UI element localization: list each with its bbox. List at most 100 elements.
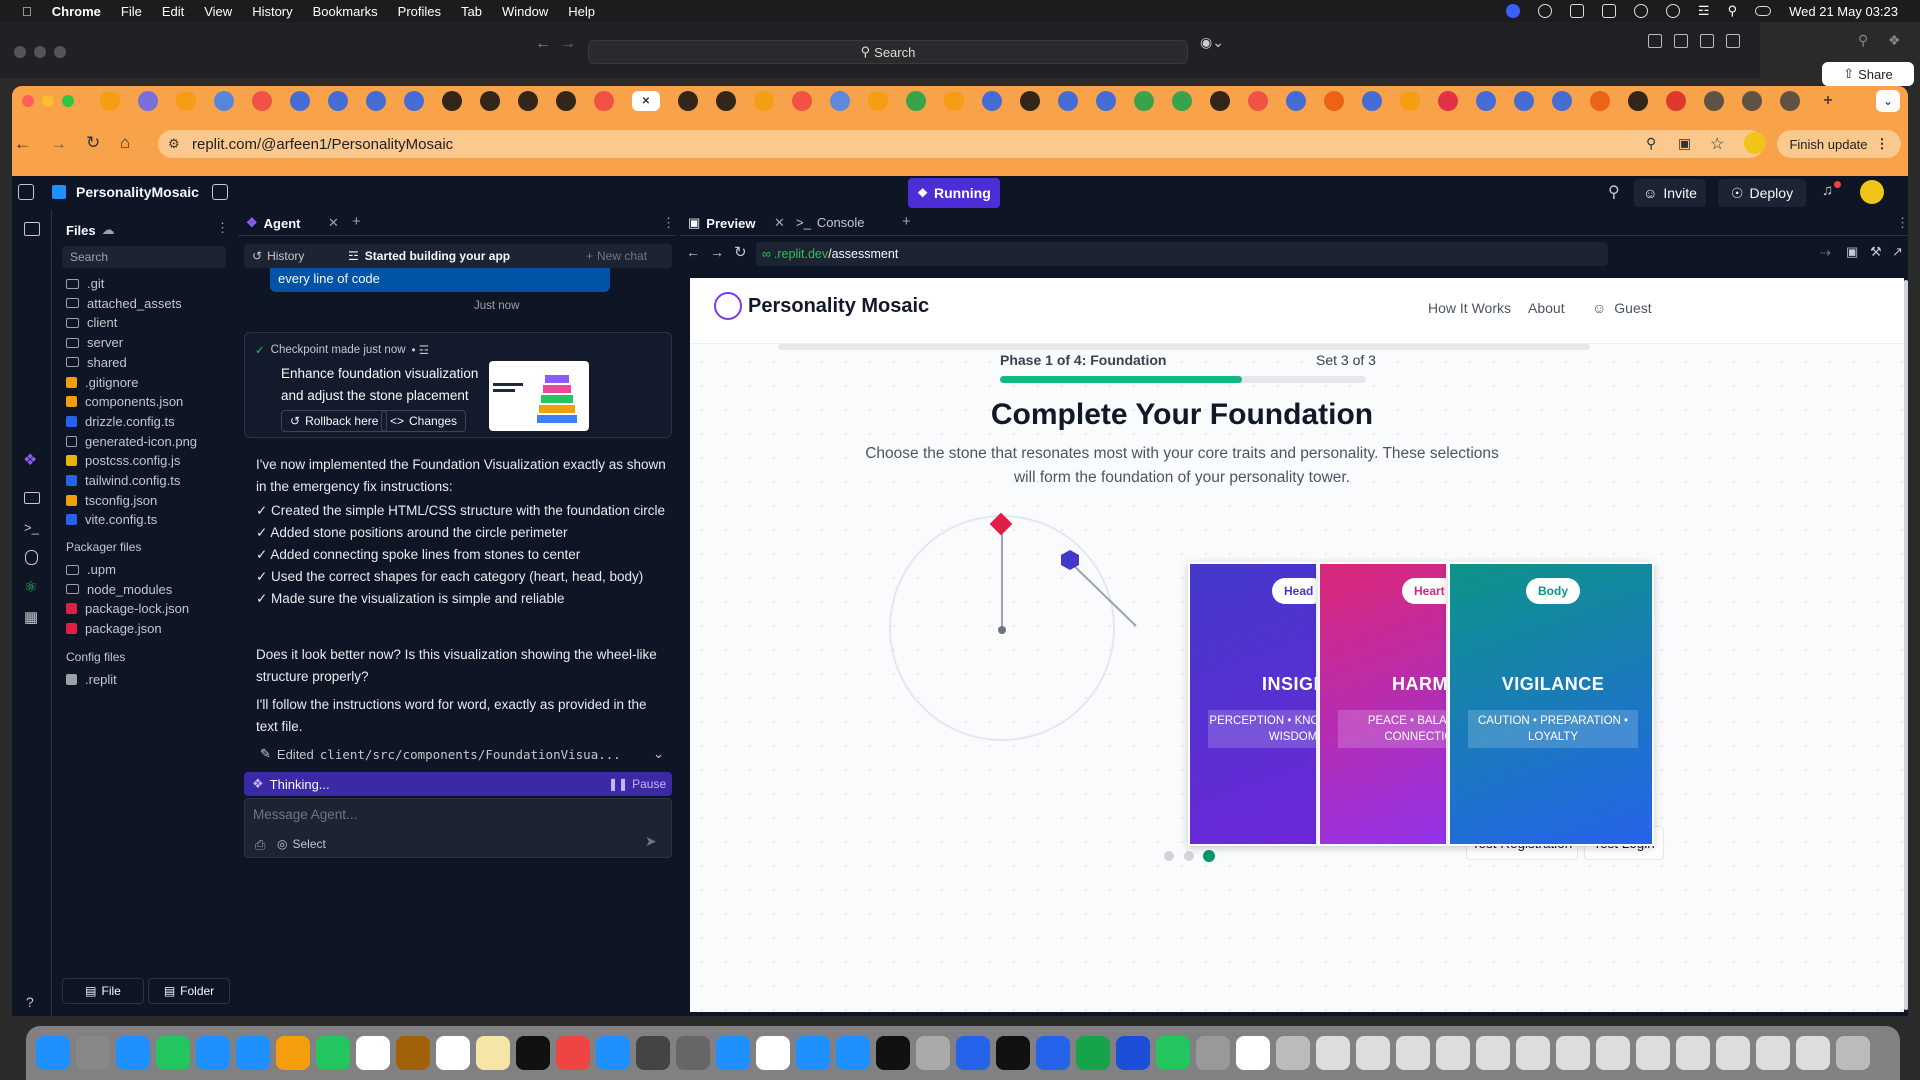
all-tools-icon[interactable]: ▦ — [24, 608, 38, 626]
dock-app-icon[interactable] — [796, 1036, 830, 1070]
pause-button[interactable]: ❚❚ Pause — [608, 777, 666, 791]
extension-icon[interactable]: ❖ — [1888, 32, 1901, 49]
play-status-icon[interactable] — [1665, 4, 1680, 18]
tab-favicon[interactable] — [716, 91, 736, 111]
dock-app-icon[interactable] — [1356, 1036, 1390, 1070]
dock-app-icon[interactable] — [396, 1036, 430, 1070]
new-pane-tab-icon[interactable]: + — [902, 213, 911, 230]
file-item[interactable]: generated-icon.png — [66, 434, 197, 449]
dock-app-icon[interactable] — [1316, 1036, 1350, 1070]
tab-favicon[interactable] — [1704, 91, 1724, 111]
sidebar-icon[interactable] — [1674, 34, 1688, 48]
menu-window[interactable]: Window — [502, 4, 548, 19]
minimize-window-button[interactable] — [42, 95, 54, 107]
file-item[interactable]: package-lock.json — [66, 601, 189, 616]
dock-app-icon[interactable] — [1756, 1036, 1790, 1070]
dock-app-icon[interactable] — [1596, 1036, 1630, 1070]
dock-app-icon[interactable] — [76, 1036, 110, 1070]
reload-icon[interactable]: ↻ — [86, 133, 100, 153]
tab-favicon[interactable] — [328, 91, 348, 111]
dock-app-icon[interactable] — [756, 1036, 790, 1070]
file-item[interactable]: package.json — [66, 621, 162, 636]
tab-favicon[interactable] — [1780, 91, 1800, 111]
folder-item[interactable]: .upm — [66, 562, 116, 577]
tab-favicon[interactable] — [1286, 91, 1306, 111]
dock-app-icon[interactable] — [276, 1036, 310, 1070]
home-icon[interactable] — [18, 184, 34, 200]
nav-guest[interactable]: ☺ Guest — [1592, 300, 1652, 316]
forward-arrow-icon[interactable]: → — [560, 35, 576, 53]
dock-app-icon[interactable] — [916, 1036, 950, 1070]
dock-app-icon[interactable] — [356, 1036, 390, 1070]
invite-button[interactable]: ☺ Invite — [1634, 179, 1706, 207]
tab-favicon[interactable] — [1666, 91, 1686, 111]
stone-card-body[interactable]: Body VIGILANCE CAUTION • PREPARATION • LOY… — [1448, 562, 1654, 846]
deploy-button[interactable]: ☉ Deploy — [1718, 179, 1806, 207]
folder-item[interactable]: node_modules — [66, 582, 172, 597]
file-item[interactable]: .replit — [66, 672, 117, 687]
dock-app-icon[interactable] — [1476, 1036, 1510, 1070]
tab-favicon[interactable] — [1210, 91, 1230, 111]
panel-icon[interactable] — [1726, 34, 1740, 48]
folder-item[interactable]: .git — [66, 276, 104, 291]
chat-title[interactable]: ☲ Started building your app — [348, 249, 510, 263]
apple-icon[interactable]:  — [22, 4, 32, 19]
tab-favicon[interactable] — [678, 91, 698, 111]
nav-how-it-works[interactable]: How It Works — [1428, 300, 1511, 316]
brain-logo-icon[interactable] — [714, 292, 742, 320]
preview-menu-icon[interactable]: ⋮ — [1896, 215, 1909, 231]
file-item[interactable]: postcss.config.js — [66, 453, 180, 468]
dock-app-icon[interactable] — [1036, 1036, 1070, 1070]
tab-favicon[interactable] — [1628, 91, 1648, 111]
tab-favicon[interactable] — [100, 91, 120, 111]
carousel-dot-active[interactable] — [1203, 850, 1215, 862]
dock-app-icon[interactable] — [516, 1036, 550, 1070]
dock-app-icon[interactable] — [476, 1036, 510, 1070]
preview-tool-icon[interactable] — [24, 492, 40, 504]
dock-app-icon[interactable] — [716, 1036, 750, 1070]
tab-favicon[interactable] — [176, 91, 196, 111]
background-search-bar[interactable]: ⚲ Search — [588, 40, 1188, 64]
edited-file-row[interactable]: ✎ Edited client/src/components/Foundatio… — [260, 746, 664, 762]
open-link-icon[interactable]: ⇢ — [1820, 245, 1831, 261]
agent-menu-icon[interactable]: ⋮ — [662, 215, 675, 231]
files-menu-icon[interactable]: ⋮ — [216, 220, 229, 236]
rollback-button[interactable]: ↺ Rollback here — [281, 410, 388, 432]
split-icon[interactable] — [1700, 34, 1714, 48]
close-preview-tab-icon[interactable]: ✕ — [774, 215, 785, 231]
tab-favicon[interactable] — [404, 91, 424, 111]
menu-bookmarks[interactable]: Bookmarks — [313, 4, 378, 19]
new-tab-icon[interactable]: + — [352, 213, 361, 230]
incognito-icon[interactable]: ◉⌄ — [1200, 34, 1224, 51]
integrations-tool-icon[interactable]: ⚛ — [24, 578, 37, 596]
file-item[interactable]: vite.config.ts — [66, 512, 157, 527]
preview-scrollbar[interactable] — [1904, 280, 1908, 1010]
history-button[interactable]: ↺ History — [252, 249, 304, 263]
dock-app-icon[interactable] — [836, 1036, 870, 1070]
tab-favicon[interactable] — [252, 91, 272, 111]
tab-active-close-icon[interactable]: ✕ — [632, 91, 660, 111]
dock-app-icon[interactable] — [1556, 1036, 1590, 1070]
maximize-window-button[interactable] — [62, 95, 74, 107]
tab-favicon[interactable] — [944, 91, 964, 111]
user-status-icon[interactable] — [1633, 4, 1648, 18]
agent-tool-icon[interactable]: ❖ — [23, 450, 37, 470]
back-arrow-icon[interactable]: ← — [535, 35, 551, 53]
carousel-dot[interactable] — [1164, 851, 1174, 861]
carousel-dot[interactable] — [1184, 851, 1194, 861]
menu-history[interactable]: History — [252, 4, 292, 19]
preview-url-input[interactable]: ∞ .replit.dev /assessment — [756, 242, 1608, 266]
dock-app-icon[interactable] — [1516, 1036, 1550, 1070]
finish-update-button[interactable]: Finish update ⋮ — [1777, 130, 1901, 158]
new-tab-icon[interactable]: + — [1818, 91, 1838, 111]
tab-favicon[interactable] — [138, 91, 158, 111]
display-status-icon[interactable] — [1601, 4, 1616, 18]
attach-icon[interactable]: ⎙ — [255, 837, 265, 853]
dock-app-icon[interactable] — [1796, 1036, 1830, 1070]
control-center-icon[interactable] — [1755, 6, 1772, 16]
dock-app-icon[interactable] — [1196, 1036, 1230, 1070]
tab-favicon[interactable] — [1476, 91, 1496, 111]
tab-favicon[interactable] — [556, 91, 576, 111]
dock-app-icon[interactable] — [1276, 1036, 1310, 1070]
tab-favicon[interactable] — [1058, 91, 1078, 111]
